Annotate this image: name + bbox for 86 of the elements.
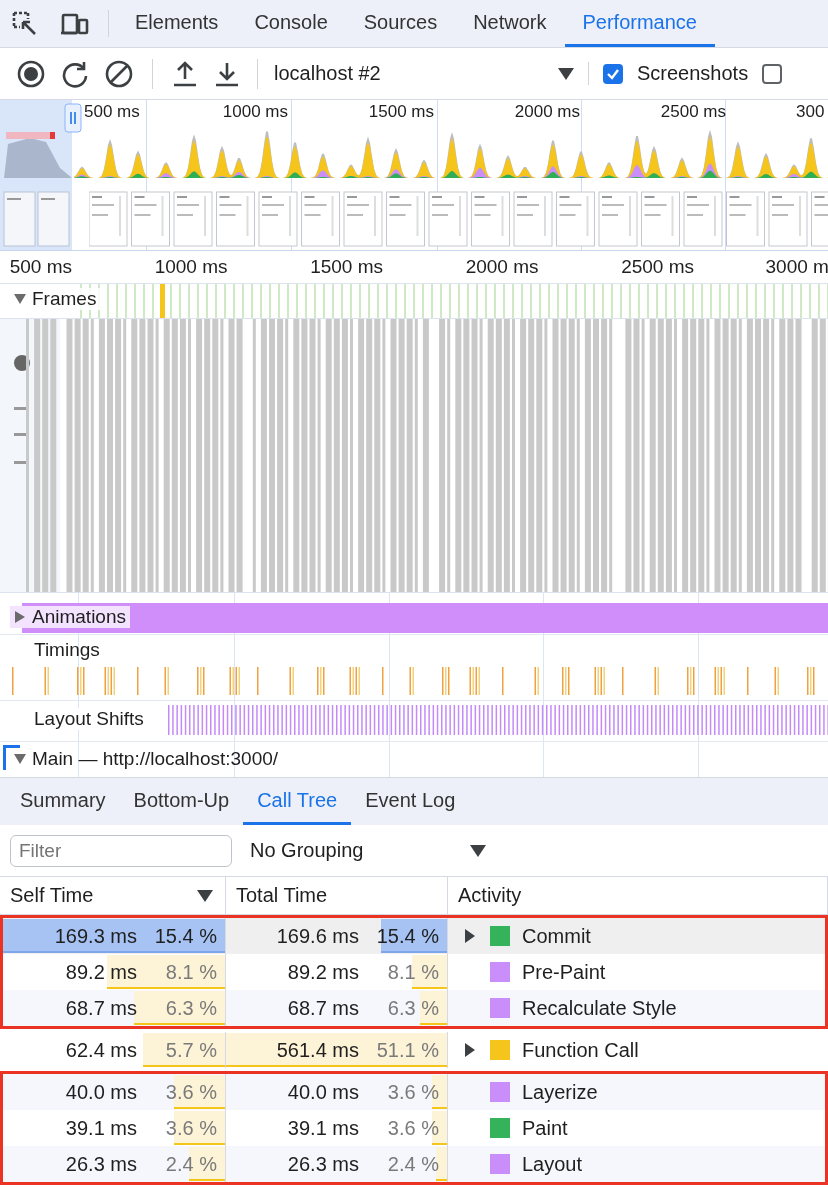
percent-value: 6.3 %	[386, 996, 439, 1020]
details-tab[interactable]: Event Log	[351, 778, 470, 825]
time-value: 62.4 ms	[64, 1038, 137, 1062]
time-value: 40.0 ms	[64, 1080, 137, 1104]
activity-name: Function Call	[522, 1038, 639, 1062]
activity-name: Recalculate Style	[522, 996, 677, 1020]
expand-triangle-icon[interactable]	[14, 611, 26, 623]
checkbox-label: Screenshots	[637, 62, 749, 85]
percent-value: 5.7 %	[164, 1038, 217, 1062]
time-tick: 2500 ms	[659, 102, 726, 122]
panel-tab[interactable]: Sources	[345, 0, 456, 47]
expand-triangle-icon[interactable]	[14, 293, 26, 305]
time-value: 68.7 ms	[64, 996, 137, 1020]
table-row[interactable]: 169.3 ms 15.4 % 169.6 ms 15.4 % Commit	[3, 918, 825, 954]
details-tab[interactable]: Bottom-Up	[119, 778, 244, 825]
expand-triangle-icon[interactable]	[464, 1043, 476, 1057]
time-value: 169.3 ms	[53, 924, 137, 948]
table-row[interactable]: 40.0 ms 3.6 % 40.0 ms 3.6 % Layerize	[3, 1074, 825, 1110]
time-tick: 1500 ms	[367, 102, 434, 122]
time-value: 40.0 ms	[286, 1080, 359, 1104]
time-tick: 500 ms	[8, 256, 72, 278]
time-tick: 2000 ms	[464, 256, 539, 278]
percent-value: 15.4 %	[375, 924, 439, 948]
percent-value: 8.1 %	[164, 960, 217, 984]
time-tick: 300	[796, 102, 825, 122]
details-tab[interactable]: Summary	[6, 778, 120, 825]
percent-value: 3.6 %	[386, 1116, 439, 1140]
column-header[interactable]: Self Time	[0, 877, 226, 914]
percent-value: 2.4 %	[164, 1152, 217, 1176]
time-tick: 3000 m	[765, 256, 828, 278]
time-value: 26.3 ms	[286, 1152, 359, 1176]
time-value: 39.1 ms	[64, 1116, 137, 1140]
track-label: Timings	[34, 639, 100, 661]
record-icon[interactable]	[16, 58, 46, 89]
panel-tab[interactable]: Network	[455, 0, 565, 47]
time-value: 561.4 ms	[275, 1038, 359, 1062]
grouping-dropdown[interactable]: No Grouping	[250, 839, 486, 862]
time-value: 26.3 ms	[64, 1152, 137, 1176]
caret-icon	[558, 67, 574, 80]
checkbox[interactable]	[762, 63, 783, 84]
percent-value: 6.3 %	[164, 996, 217, 1020]
caret-icon	[470, 844, 486, 857]
percent-value: 3.6 %	[164, 1116, 217, 1140]
activity-name: Commit	[522, 924, 591, 948]
panel-tab[interactable]: Performance	[564, 0, 715, 47]
track-label: Frames	[32, 288, 97, 310]
time-tick: 2000 ms	[513, 102, 580, 122]
target-dropdown[interactable]: localhost #2	[274, 62, 589, 85]
time-value: 39.1 ms	[286, 1116, 359, 1140]
activity-name: Layerize	[522, 1080, 598, 1104]
details-tab[interactable]: Call Tree	[243, 778, 352, 825]
filter-field[interactable]: Filter	[10, 834, 232, 867]
table-row[interactable]: 62.4 ms 5.7 % 561.4 ms 51.1 % Function Call	[3, 1032, 825, 1068]
activity-name: Pre-Paint	[522, 960, 606, 984]
time-value: 68.7 ms	[286, 996, 359, 1020]
percent-value: 8.1 %	[386, 960, 439, 984]
panel-tab[interactable]: Elements	[117, 0, 237, 47]
percent-value: 2.4 %	[386, 1152, 439, 1176]
expand-triangle-icon[interactable]	[14, 753, 26, 765]
table-row[interactable]: 26.3 ms 2.4 % 26.3 ms 2.4 % Layout	[3, 1146, 825, 1182]
time-tick: 500 ms	[84, 102, 140, 122]
time-value: 89.2 ms	[286, 960, 359, 984]
percent-value: 15.4 %	[153, 924, 217, 948]
track-label: Layout Shifts	[34, 708, 144, 730]
track-label: Animations	[32, 606, 126, 628]
table-row[interactable]: 89.2 ms 8.1 % 89.2 ms 8.1 % Pre-Paint	[3, 954, 825, 990]
column-header[interactable]: Activity	[448, 877, 828, 914]
time-value: 89.2 ms	[64, 960, 137, 984]
track-label: Main — http://localhost:3000/	[32, 748, 279, 770]
activity-name: Paint	[522, 1116, 568, 1140]
percent-value: 3.6 %	[164, 1080, 217, 1104]
checkbox[interactable]	[603, 63, 623, 84]
percent-value: 3.6 %	[386, 1080, 439, 1104]
activity-name: Layout	[522, 1152, 583, 1176]
clear-icon[interactable]	[104, 58, 134, 89]
panel-tab[interactable]: Console	[236, 0, 346, 47]
column-header[interactable]: Total Time	[226, 877, 448, 914]
percent-value: 51.1 %	[375, 1038, 439, 1062]
time-tick: 1000 ms	[221, 102, 288, 122]
time-tick: 1000 ms	[153, 256, 228, 278]
table-row[interactable]: 68.7 ms 6.3 % 68.7 ms 6.3 % Recalculate Style	[3, 990, 825, 1026]
drag-handle-icon[interactable]	[64, 103, 82, 133]
time-tick: 2500 ms	[620, 256, 694, 278]
expand-triangle-icon[interactable]	[464, 929, 476, 943]
time-tick: 1500 ms	[309, 256, 383, 278]
time-value: 169.6 ms	[275, 924, 359, 948]
